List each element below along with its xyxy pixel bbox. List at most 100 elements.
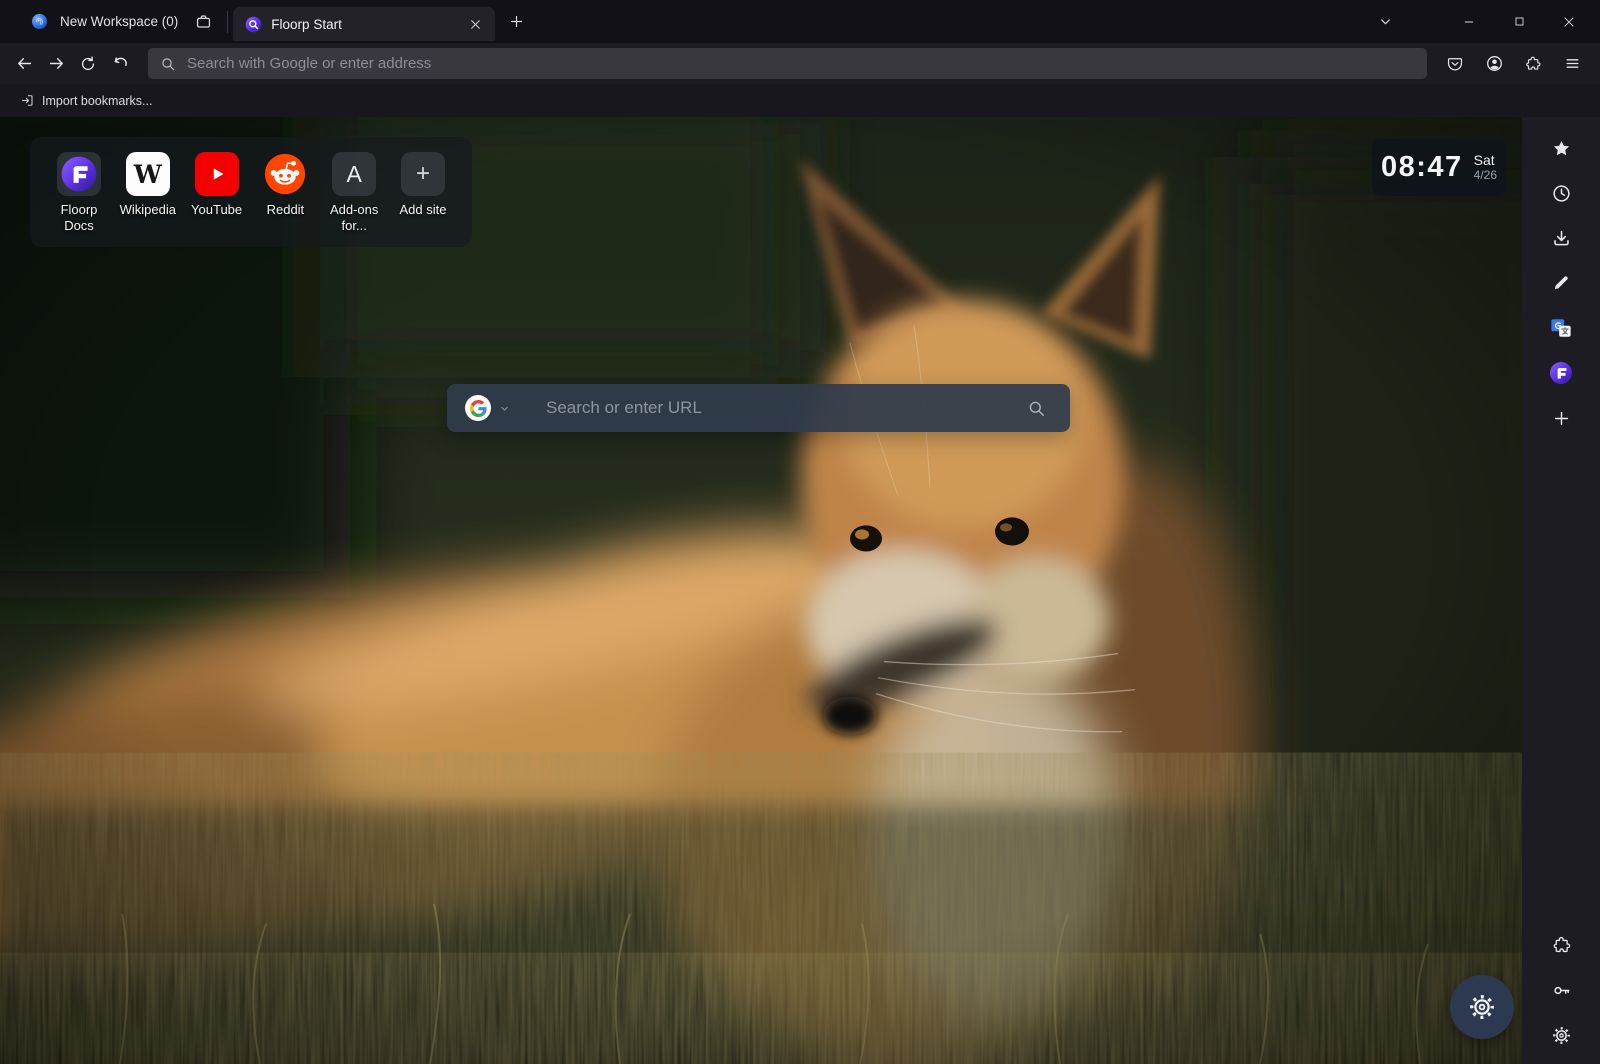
newtab-settings-button[interactable]	[1450, 975, 1514, 1039]
shortcut-label: Reddit	[267, 202, 305, 218]
clock-time: 08:47	[1381, 151, 1463, 184]
titlebar-separator	[227, 11, 228, 33]
app-menu-button[interactable]	[1556, 49, 1588, 79]
list-all-tabs-button[interactable]	[1370, 7, 1400, 37]
reload-button[interactable]	[72, 49, 104, 79]
shortcut-wikipedia[interactable]: W Wikipedia	[115, 152, 181, 247]
sidebar-translate-button[interactable]	[1543, 310, 1579, 346]
tab-favicon	[245, 16, 262, 33]
import-icon	[20, 93, 35, 108]
urlbar-input[interactable]	[185, 54, 1415, 73]
shortcut-label: Add site	[399, 202, 446, 218]
close-icon	[1562, 15, 1576, 29]
nav-toolbar	[0, 43, 1600, 84]
floorp-logo-icon	[1549, 361, 1573, 385]
plus-icon	[509, 14, 524, 29]
account-icon	[1485, 54, 1504, 73]
workspace-box-icon	[194, 12, 213, 31]
workspace-button[interactable]: New Workspace (0)	[0, 12, 190, 31]
toolbar-right-buttons	[1439, 49, 1592, 79]
floorp-logo-icon	[60, 155, 98, 193]
back-button[interactable]	[8, 49, 40, 79]
shortcut-label: Add-ons for...	[321, 202, 387, 235]
chevron-down-icon	[1378, 14, 1393, 29]
google-logo-icon	[470, 400, 487, 417]
key-icon	[1551, 980, 1572, 1001]
extensions-button[interactable]	[1517, 49, 1549, 79]
clock-widget: 08:47 Sat 4/26	[1372, 139, 1506, 196]
shortcuts-panel: Floorp Docs W Wikipedia YouTube	[30, 137, 472, 247]
pocket-icon	[1446, 55, 1464, 73]
search-submit-button[interactable]	[1021, 398, 1052, 419]
account-button[interactable]	[1478, 49, 1510, 79]
undo-button[interactable]	[104, 49, 136, 79]
reload-icon	[79, 55, 97, 73]
sidebar-add-panel-button[interactable]	[1543, 400, 1579, 436]
browser-window: New Workspace (0) Floorp Start	[0, 0, 1600, 1064]
import-bookmarks-button[interactable]: Import bookmarks...	[14, 90, 158, 111]
panel-sidebar	[1522, 117, 1600, 1064]
undo-icon	[111, 54, 130, 73]
download-icon	[1551, 228, 1572, 249]
plus-icon	[1552, 409, 1571, 428]
main-area: Floorp Docs W Wikipedia YouTube	[0, 117, 1600, 1064]
urlbar[interactable]	[148, 48, 1427, 79]
new-tab-button[interactable]	[501, 7, 531, 37]
search-icon	[160, 56, 176, 72]
sidebar-passwords-button[interactable]	[1543, 972, 1579, 1008]
close-icon	[469, 18, 482, 31]
minimize-icon	[1462, 15, 1476, 29]
shortcut-label: Wikipedia	[120, 202, 176, 218]
search-engine-button[interactable]	[465, 395, 491, 421]
sidebar-extensions-button[interactable]	[1543, 927, 1579, 963]
workspace-icon	[30, 12, 49, 31]
gear-icon	[1551, 1025, 1572, 1046]
engine-chevron-icon[interactable]	[499, 403, 510, 414]
bookmarks-bar: Import bookmarks...	[0, 84, 1600, 117]
clock-date: 4/26	[1474, 169, 1497, 182]
plus-icon: +	[401, 152, 445, 196]
import-bookmarks-label: Import bookmarks...	[42, 94, 152, 108]
puzzle-icon	[1524, 55, 1542, 73]
pocket-button[interactable]	[1439, 49, 1471, 79]
add-site-button[interactable]: + Add site	[390, 152, 456, 247]
forward-arrow-icon	[47, 54, 66, 73]
history-clock-icon	[1551, 183, 1572, 204]
shortcut-label: YouTube	[191, 202, 242, 218]
shortcut-youtube[interactable]: YouTube	[184, 152, 250, 247]
bookmark-star-icon	[1551, 138, 1572, 159]
puzzle-icon	[1551, 935, 1572, 956]
newtab-page: Floorp Docs W Wikipedia YouTube	[0, 117, 1522, 1064]
tab-floorp-start[interactable]: Floorp Start	[233, 7, 495, 41]
wikipedia-icon: W	[126, 152, 170, 196]
sidebar-floorp-button[interactable]	[1543, 355, 1579, 391]
forward-button[interactable]	[40, 49, 72, 79]
clock-weekday: Sat	[1474, 153, 1497, 169]
shortcut-addons[interactable]: A Add-ons for...	[321, 152, 387, 247]
sidebar-history-button[interactable]	[1543, 175, 1579, 211]
back-arrow-icon	[15, 54, 34, 73]
newtab-search-input[interactable]	[518, 397, 1013, 419]
youtube-play-icon	[204, 161, 230, 187]
minimize-button[interactable]	[1454, 7, 1484, 37]
search-icon	[1027, 399, 1046, 418]
sidebar-settings-button[interactable]	[1543, 1017, 1579, 1053]
fox-background-image	[0, 117, 1522, 1064]
tab-title: Floorp Start	[271, 17, 454, 32]
letter-a-icon: A	[332, 152, 376, 196]
sidebar-bookmarks-button[interactable]	[1543, 130, 1579, 166]
tab-close-button[interactable]	[463, 12, 487, 36]
sidebar-notes-button[interactable]	[1543, 265, 1579, 301]
shortcut-label: Floorp Docs	[46, 202, 112, 235]
maximize-button[interactable]	[1504, 7, 1534, 37]
workspace-manage-button[interactable]	[190, 8, 217, 35]
hamburger-menu-icon	[1564, 55, 1581, 72]
newtab-search-bar[interactable]	[447, 384, 1070, 432]
titlebar: New Workspace (0) Floorp Start	[0, 0, 1600, 43]
sidebar-downloads-button[interactable]	[1543, 220, 1579, 256]
pencil-icon	[1551, 273, 1571, 293]
shortcut-reddit[interactable]: Reddit	[252, 152, 318, 247]
shortcut-floorp-docs[interactable]: Floorp Docs	[46, 152, 112, 247]
close-window-button[interactable]	[1554, 7, 1584, 37]
gear-icon	[1467, 992, 1497, 1022]
